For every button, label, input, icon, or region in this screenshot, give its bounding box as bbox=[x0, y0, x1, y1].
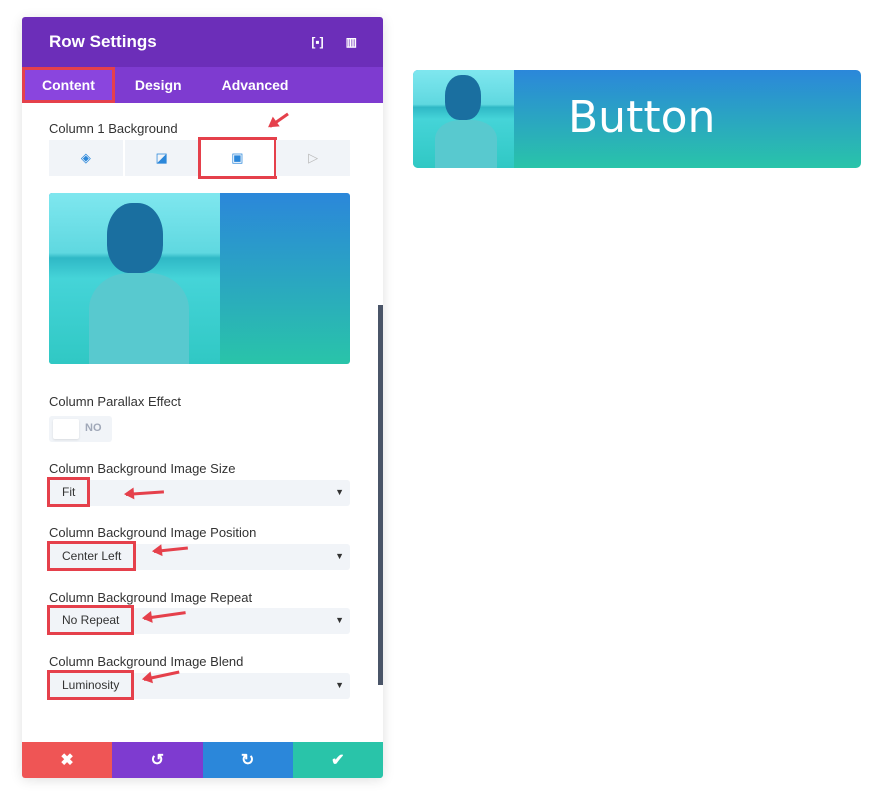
background-image-preview[interactable] bbox=[49, 193, 350, 364]
image-blend-label: Column Background Image Blend bbox=[49, 654, 244, 669]
redo-button[interactable]: ↻ bbox=[202, 742, 293, 778]
annotation-arrow bbox=[269, 112, 289, 128]
video-icon[interactable]: ▷ bbox=[276, 140, 350, 176]
fullscreen-icon[interactable]: [▪] bbox=[311, 35, 323, 49]
panel-title: Row Settings bbox=[49, 32, 157, 51]
tab-bar: Content Design Advanced bbox=[22, 67, 383, 103]
parallax-toggle[interactable]: NO bbox=[49, 416, 112, 442]
caret-down-icon: ▼ bbox=[335, 487, 344, 497]
image-position-label: Column Background Image Position bbox=[49, 525, 257, 540]
selected-value: Luminosity bbox=[47, 670, 135, 700]
cancel-button[interactable]: ✖ bbox=[22, 742, 113, 778]
panel-footer: ✖ ↺ ↻ ✔ bbox=[22, 742, 383, 778]
selected-value: Fit bbox=[47, 477, 91, 507]
tab-design[interactable]: Design bbox=[115, 67, 202, 103]
button-label: Button bbox=[568, 92, 716, 143]
image-repeat-select[interactable]: No Repeat ▼ bbox=[47, 605, 350, 635]
parallax-label: Column Parallax Effect bbox=[49, 394, 181, 409]
selected-value: Center Left bbox=[47, 541, 137, 571]
image-size-label: Column Background Image Size bbox=[49, 461, 236, 476]
caret-down-icon: ▼ bbox=[335, 551, 344, 561]
caret-down-icon: ▼ bbox=[335, 680, 344, 690]
image-position-select[interactable]: Center Left ▼ bbox=[47, 541, 350, 571]
button-background-photo bbox=[413, 70, 514, 168]
sidebar-layout-icon[interactable]: ▥ bbox=[346, 35, 357, 49]
undo-button[interactable]: ↺ bbox=[112, 742, 203, 778]
gradient-icon[interactable]: ◪ bbox=[124, 140, 199, 176]
caret-down-icon: ▼ bbox=[335, 615, 344, 625]
tab-content[interactable]: Content bbox=[22, 67, 115, 103]
selected-value: No Repeat bbox=[47, 605, 135, 635]
image-repeat-label: Column Background Image Repeat bbox=[49, 590, 253, 605]
background-type-selector: ◈ ◪ ▣ ▷ bbox=[49, 137, 350, 179]
preview-button[interactable]: Button bbox=[413, 70, 861, 168]
panel-header: Row Settings [▪] ▥ bbox=[22, 17, 383, 67]
image-size-select[interactable]: Fit ▼ bbox=[47, 477, 350, 507]
column-background-label: Column 1 Background bbox=[49, 121, 178, 136]
toggle-state: NO bbox=[85, 422, 102, 434]
tab-advanced[interactable]: Advanced bbox=[202, 67, 309, 103]
scrollbar[interactable] bbox=[378, 305, 383, 685]
preview-photo bbox=[49, 193, 220, 364]
row-settings-panel: Row Settings [▪] ▥ Content Design Advanc… bbox=[22, 17, 383, 778]
image-blend-select[interactable]: Luminosity ▼ bbox=[47, 670, 350, 700]
image-icon[interactable]: ▣ bbox=[197, 137, 278, 179]
color-bucket-icon[interactable]: ◈ bbox=[49, 140, 123, 176]
save-button[interactable]: ✔ bbox=[292, 742, 383, 778]
